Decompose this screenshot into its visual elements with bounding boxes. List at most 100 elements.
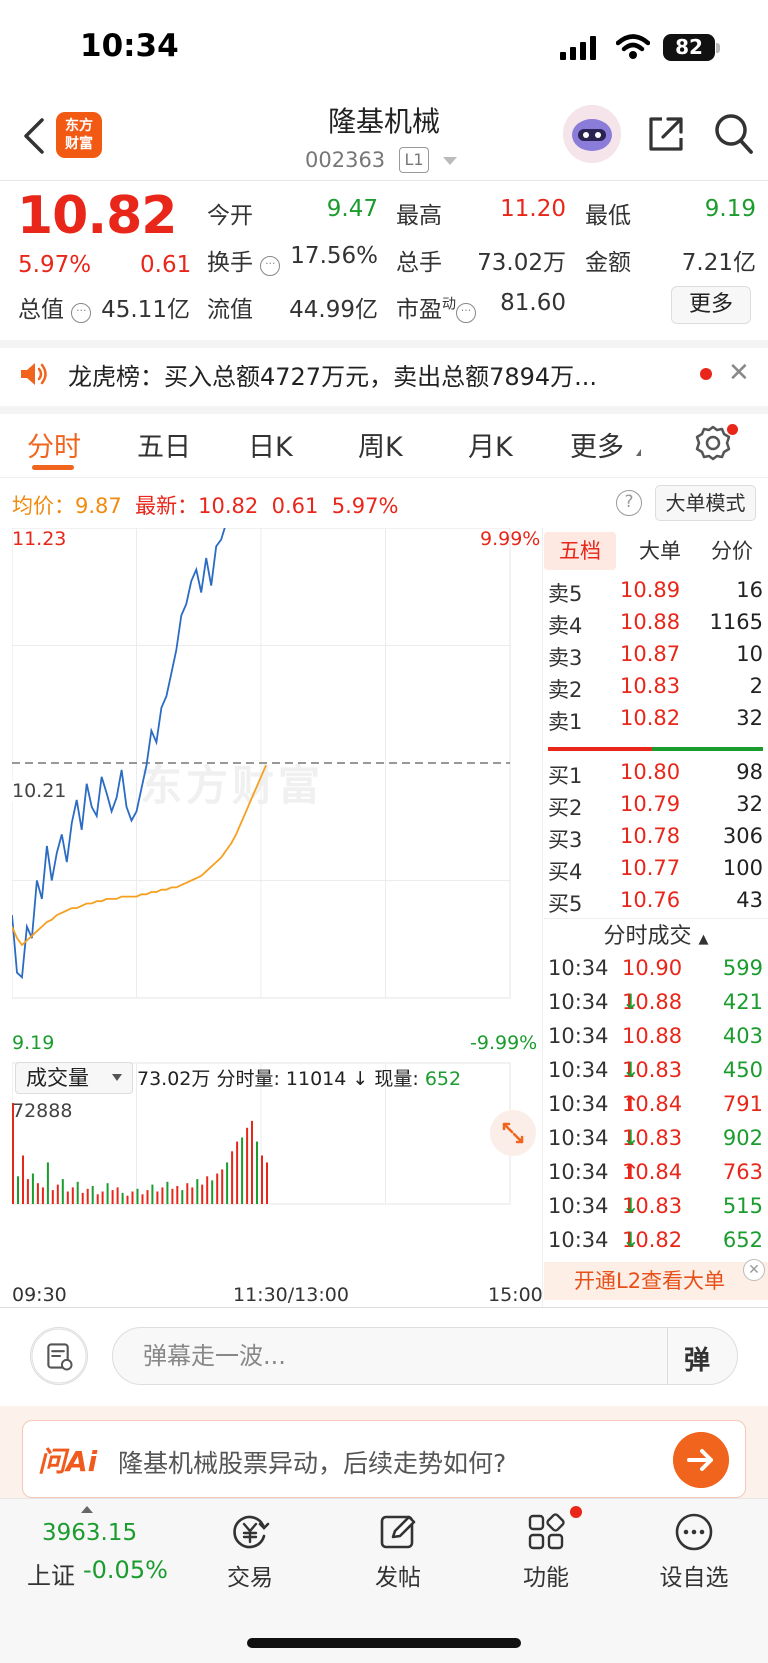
avg-label: 均价： — [12, 494, 75, 518]
level-badge[interactable]: L1 — [399, 147, 429, 173]
more-quote-button[interactable]: 更多 — [671, 286, 751, 324]
bid-row[interactable]: 买3 10.78 306 — [548, 824, 763, 856]
tab-five-day[interactable]: 五日 — [137, 425, 191, 464]
now-vol-label: 现量: — [374, 1068, 419, 1090]
pe-info-icon[interactable]: ··· — [456, 303, 476, 323]
tick-row: 10:34 10.83 ↓ 902 — [548, 1126, 763, 1158]
tab-price-distribution[interactable]: 分价 — [696, 532, 768, 570]
bid-volume: 100 — [722, 856, 763, 880]
level-dropdown-caret-icon[interactable] — [443, 157, 457, 165]
tick-row: 10:34 10.82 ↓ 652 — [548, 1228, 763, 1260]
tab-active-indicator — [32, 465, 74, 470]
volume-bar — [17, 1176, 19, 1204]
intraday-chart[interactable] — [12, 528, 542, 1280]
settings-badge — [727, 424, 738, 435]
tabs-divider — [0, 477, 768, 478]
tab-intraday[interactable]: 分时 — [27, 425, 81, 464]
index-change[interactable]: -0.05% — [83, 1556, 168, 1584]
notes-settings-icon[interactable] — [30, 1327, 88, 1385]
ai-question-text[interactable]: 隆基机械股票异动，后续走势如何? — [118, 1444, 506, 1480]
indicator-caret-icon[interactable] — [112, 1074, 122, 1081]
tick-volume: 763 — [722, 1160, 763, 1184]
volume-bar — [116, 1187, 119, 1204]
pct-axis-high: 9.99% — [480, 528, 541, 550]
nav-trade[interactable]: 交易 — [200, 1512, 300, 1592]
turnover-info-icon[interactable]: ··· — [260, 256, 281, 276]
pe-label-text: 市盈 — [396, 297, 442, 323]
price-line — [12, 528, 226, 980]
volume-label: 总手 — [396, 250, 442, 276]
ask-strength-bar — [548, 747, 652, 751]
arrow-right-icon[interactable] — [673, 1432, 729, 1488]
dragon-tiger-text[interactable]: 龙虎榜：买入总额4727万元，卖出总额7894万... — [68, 357, 648, 392]
ask-row[interactable]: 卖1 10.82 32 — [548, 706, 763, 738]
bid-row[interactable]: 买1 10.80 98 — [548, 760, 763, 792]
latest-pct: 5.97% — [331, 494, 399, 518]
latest-value: 10.82 — [198, 494, 259, 518]
danmaku-toggle-icon[interactable]: 弹 — [684, 1340, 710, 1377]
tick-row: 10:34 10.83 ↓ 515 — [548, 1194, 763, 1226]
fullscreen-expand-icon[interactable] — [490, 1110, 536, 1156]
volume-bar — [26, 1179, 29, 1204]
tick-volume: 902 — [722, 1126, 763, 1150]
index-expand-caret-icon[interactable] — [81, 1506, 93, 1513]
bid-row[interactable]: 买2 10.79 32 — [548, 792, 763, 824]
tick-row: 10:34 10.88 403 — [548, 1024, 763, 1056]
nav-add-watchlist[interactable]: 设自选 — [644, 1512, 744, 1592]
nav-function-label: 功能 — [523, 1565, 569, 1591]
big-order-mode-button[interactable]: 大单模式 — [655, 485, 756, 521]
ask-price: 10.89 — [620, 578, 681, 602]
l2-upgrade-banner[interactable]: 开通L2查看大单 — [544, 1262, 768, 1300]
ask-row[interactable]: 卖4 10.88 1165 — [548, 610, 763, 642]
stock-name[interactable]: 隆基机械 — [280, 100, 488, 140]
volume-bar — [251, 1120, 253, 1204]
back-arrow-icon[interactable] — [16, 114, 52, 158]
tab-five-level[interactable]: 五档 — [544, 532, 616, 570]
ticks-header[interactable]: 分时成交 ▲ — [544, 918, 768, 954]
tab-weekly-k[interactable]: 周K — [358, 425, 403, 464]
ask-row[interactable]: 卖2 10.83 2 — [548, 674, 763, 706]
tab-monthly-k[interactable]: 月K — [468, 425, 513, 464]
bid-row[interactable]: 买5 10.76 43 — [548, 888, 763, 920]
ask-row[interactable]: 卖5 10.89 16 — [548, 578, 763, 610]
volume-bar — [136, 1188, 139, 1204]
index-value[interactable]: 3963.15 — [42, 1520, 137, 1546]
index-name[interactable]: 上证 — [27, 1556, 75, 1591]
bid-price: 10.80 — [620, 760, 681, 784]
mktcap-info-icon[interactable]: ··· — [71, 303, 92, 323]
tick-row: 10:34 10.88 ↓ 421 — [548, 990, 763, 1022]
time-axis-mid: 11:30/13:00 — [233, 1284, 349, 1306]
tab-big-order[interactable]: 大单 — [624, 532, 696, 570]
close-icon[interactable]: ✕ — [728, 358, 750, 388]
tab-daily-k[interactable]: 日K — [248, 425, 293, 464]
ask-row[interactable]: 卖3 10.87 10 — [548, 642, 763, 674]
danmaku-input[interactable]: 弹幕走一波... — [112, 1327, 738, 1385]
nav-function[interactable]: 功能 — [496, 1512, 596, 1592]
tick-time: 10:34 — [548, 1024, 609, 1048]
low-value: 9.19 — [704, 196, 756, 222]
help-icon[interactable]: ? — [616, 490, 642, 516]
ask-price: 10.82 — [620, 706, 681, 730]
volume-bar — [141, 1194, 144, 1204]
battery-icon: 82 — [663, 34, 715, 61]
bid-label: 买5 — [548, 892, 583, 916]
share-export-icon[interactable] — [646, 114, 686, 154]
tick-row: 10:34 10.83 ↓ 450 — [548, 1058, 763, 1090]
ask-volume: 16 — [736, 578, 763, 602]
close-icon[interactable]: ✕ — [743, 1259, 765, 1281]
volume-bar — [22, 1155, 24, 1204]
search-icon[interactable] — [713, 112, 755, 156]
mktcap-label-text: 总值 — [18, 297, 64, 323]
order-book-divider — [542, 528, 543, 1308]
tab-more[interactable]: 更多 — [570, 425, 624, 464]
volume-bar — [191, 1187, 194, 1204]
tick-time: 10:34 — [548, 1194, 609, 1218]
ticks-collapse-icon[interactable]: ▲ — [699, 932, 709, 947]
volume-bar — [221, 1169, 224, 1204]
ai-robot-avatar-icon[interactable] — [563, 105, 621, 163]
volume-bar — [46, 1162, 49, 1204]
price-axis-high: 11.23 — [12, 528, 67, 550]
nav-post[interactable]: 发帖 — [348, 1512, 448, 1592]
bid-row[interactable]: 买4 10.77 100 — [548, 856, 763, 888]
bid-label: 买3 — [548, 828, 583, 852]
